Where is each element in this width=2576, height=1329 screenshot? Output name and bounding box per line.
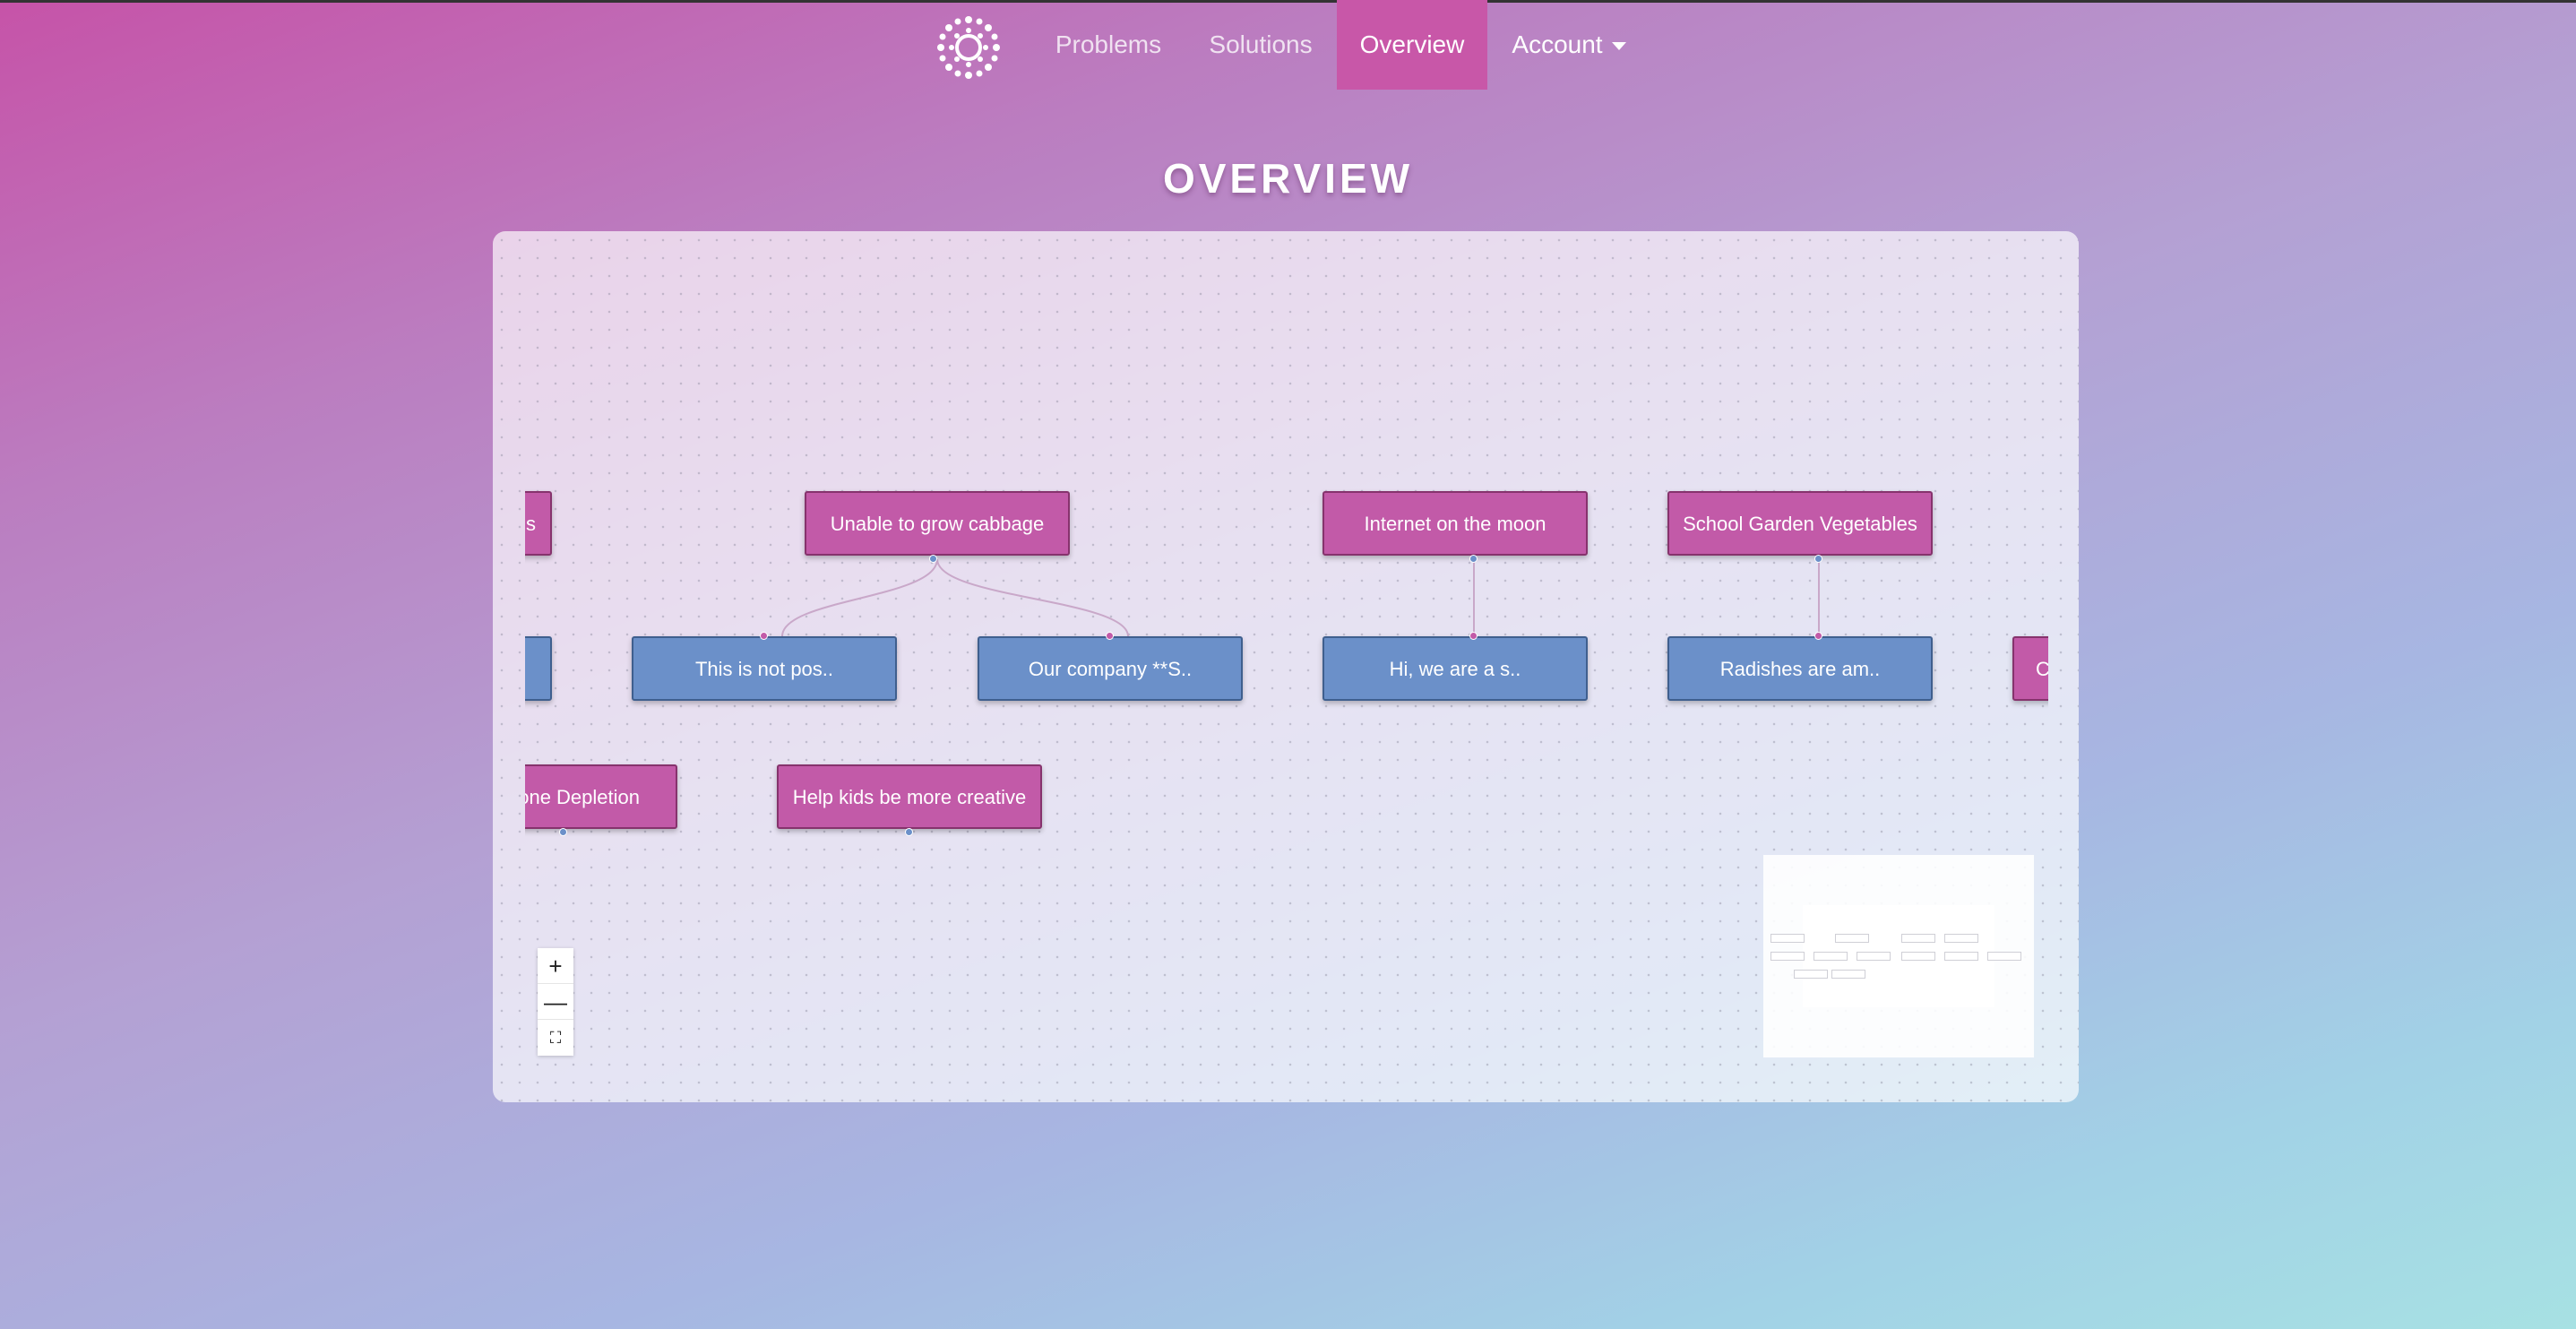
problem-node[interactable]: C bbox=[2012, 636, 2048, 701]
solution-node-label: This is not pos.. bbox=[694, 658, 834, 680]
nav-overview[interactable]: Overview bbox=[1337, 0, 1487, 90]
source-handle[interactable] bbox=[929, 555, 937, 563]
flow-controls: + — ⛶ bbox=[538, 948, 573, 1056]
flow-canvas-panel: s Unable to grow cabbage Internet on the… bbox=[493, 231, 2079, 1102]
minimap-node bbox=[1835, 934, 1869, 943]
minimap-node bbox=[1831, 970, 1865, 979]
minimap-node bbox=[1944, 934, 1978, 943]
edge-cabbage-company bbox=[936, 558, 1129, 637]
problem-node-label: s bbox=[526, 513, 536, 535]
solution-node[interactable]: Our company **S.. bbox=[978, 636, 1243, 701]
source-handle[interactable] bbox=[1469, 555, 1478, 563]
nav-solutions[interactable]: Solutions bbox=[1201, 0, 1321, 90]
nav-account-dropdown[interactable]: Account bbox=[1502, 0, 1636, 90]
page-title: OVERVIEW bbox=[1162, 155, 1414, 202]
solution-node-label: Radishes are am.. bbox=[1719, 658, 1881, 680]
target-handle[interactable] bbox=[1469, 632, 1478, 640]
sunburst-logo[interactable] bbox=[932, 11, 1005, 84]
solution-node-label: Hi, we are a s.. bbox=[1389, 658, 1521, 680]
minimap-node bbox=[1770, 934, 1805, 943]
problem-node[interactable]: Internet on the moon bbox=[1322, 491, 1588, 556]
minimap-node bbox=[1857, 952, 1891, 961]
solution-node[interactable]: Hi, we are a s.. bbox=[1322, 636, 1588, 701]
problem-node[interactable]: Ozone Depletion bbox=[525, 764, 677, 829]
problem-node[interactable]: Help kids be more creative bbox=[777, 764, 1042, 829]
caret-down-icon bbox=[1611, 42, 1626, 51]
edge-cabbage-notpossible bbox=[781, 558, 938, 637]
problem-node[interactable]: Unable to grow cabbage bbox=[805, 491, 1070, 556]
solution-node[interactable]: This is not pos.. bbox=[632, 636, 897, 701]
minimap-node bbox=[1770, 952, 1805, 961]
minimap-node bbox=[1901, 952, 1935, 961]
minimap-node bbox=[1987, 952, 2021, 961]
nav-problems[interactable]: Problems bbox=[1043, 0, 1174, 90]
target-handle[interactable] bbox=[760, 632, 768, 640]
navbar: Problems Solutions Overview Account bbox=[0, 0, 2576, 90]
source-handle[interactable] bbox=[905, 828, 913, 836]
problem-node-label: Unable to grow cabbage bbox=[830, 513, 1045, 535]
problem-node-label: C bbox=[2036, 658, 2048, 680]
minimap-node bbox=[1794, 970, 1828, 979]
minimap-node bbox=[1901, 934, 1935, 943]
problem-node-label: Help kids be more creative bbox=[792, 786, 1027, 808]
minimap[interactable] bbox=[1763, 855, 2034, 1057]
problem-node-label: Ozone Depletion bbox=[525, 786, 640, 808]
zoom-out-button[interactable]: — bbox=[538, 984, 573, 1020]
minimap-node bbox=[1814, 952, 1848, 961]
problem-node[interactable]: School Garden Vegetables bbox=[1667, 491, 1933, 556]
target-handle[interactable] bbox=[1814, 632, 1822, 640]
problem-node-label: School Garden Vegetables bbox=[1683, 513, 1917, 535]
source-handle[interactable] bbox=[559, 828, 567, 836]
problem-node[interactable]: s bbox=[525, 491, 552, 556]
solution-node[interactable] bbox=[525, 636, 552, 701]
minimap-node bbox=[1944, 952, 1978, 961]
source-handle[interactable] bbox=[1814, 555, 1822, 563]
fit-view-button[interactable]: ⛶ bbox=[538, 1020, 573, 1056]
nav-account-label: Account bbox=[1512, 30, 1603, 58]
solution-node-label: Our company **S.. bbox=[1028, 658, 1193, 680]
problem-node-label: Internet on the moon bbox=[1364, 513, 1546, 535]
solution-node[interactable]: Radishes are am.. bbox=[1667, 636, 1933, 701]
zoom-in-button[interactable]: + bbox=[538, 948, 573, 984]
target-handle[interactable] bbox=[1106, 632, 1114, 640]
